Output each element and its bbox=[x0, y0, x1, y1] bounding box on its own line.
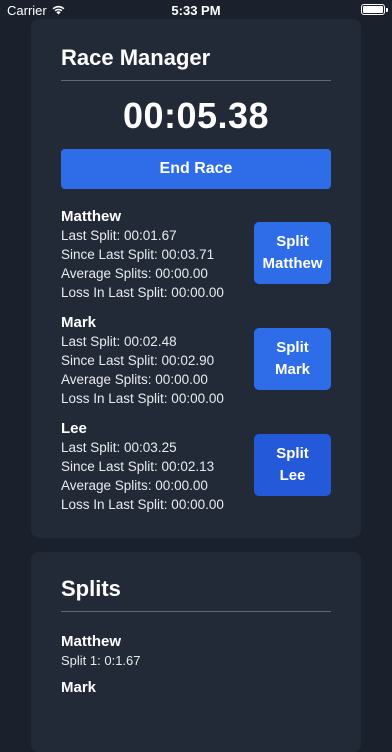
racer-lee: Lee Last Split: 00:03.25 Since Last Spli… bbox=[61, 419, 331, 514]
splits-racer-name: Mark bbox=[61, 679, 97, 696]
end-race-button[interactable]: End Race bbox=[61, 149, 331, 189]
racer-matthew: Matthew Last Split: 00:01.67 Since Last … bbox=[61, 207, 331, 302]
race-manager-title: Race Manager bbox=[61, 45, 211, 70]
splits-racer-name: Matthew bbox=[61, 633, 121, 650]
splits-title: Splits bbox=[61, 576, 121, 601]
race-timer: 00:05.38 bbox=[122, 95, 270, 136]
split-matthew-button[interactable]: Split Matthew bbox=[254, 222, 331, 284]
splits-racer-matthew: Matthew Split 1: 0:1.67 bbox=[61, 632, 141, 670]
racer-mark: Mark Last Split: 00:02.48 Since Last Spl… bbox=[61, 313, 331, 408]
split-button-line1: Split bbox=[276, 233, 309, 250]
split-mark-button[interactable]: Split Mark bbox=[254, 328, 331, 390]
race-manager-divider bbox=[61, 80, 331, 81]
status-right bbox=[361, 4, 388, 15]
loss-in-last-split: Loss In Last Split: 00:00.00 bbox=[61, 497, 224, 512]
split-entry: Split 1: 0:1.67 bbox=[61, 653, 141, 668]
loss-in-last-split: Loss In Last Split: 00:00.00 bbox=[61, 391, 224, 406]
status-time: 5:33 PM bbox=[171, 3, 221, 18]
split-button-line2: Lee bbox=[279, 467, 306, 484]
battery-icon bbox=[361, 4, 388, 15]
battery-level bbox=[363, 6, 383, 13]
splits-card: Splits Matthew Split 1: 0:1.67 Mark bbox=[31, 552, 361, 752]
splits-racer-mark: Mark bbox=[61, 678, 96, 697]
split-button-line2: Matthew bbox=[262, 255, 323, 272]
loss-in-last-split: Loss In Last Split: 00:00.00 bbox=[61, 285, 224, 300]
split-lee-button[interactable]: Split Lee bbox=[254, 434, 331, 496]
race-manager-card: Race Manager 00:05.38 End Race Matthew L… bbox=[31, 19, 361, 538]
split-button-line1: Split bbox=[276, 445, 309, 462]
split-button-line2: Mark bbox=[274, 361, 311, 378]
splits-divider bbox=[61, 611, 331, 612]
split-button-line1: Split bbox=[276, 339, 309, 356]
